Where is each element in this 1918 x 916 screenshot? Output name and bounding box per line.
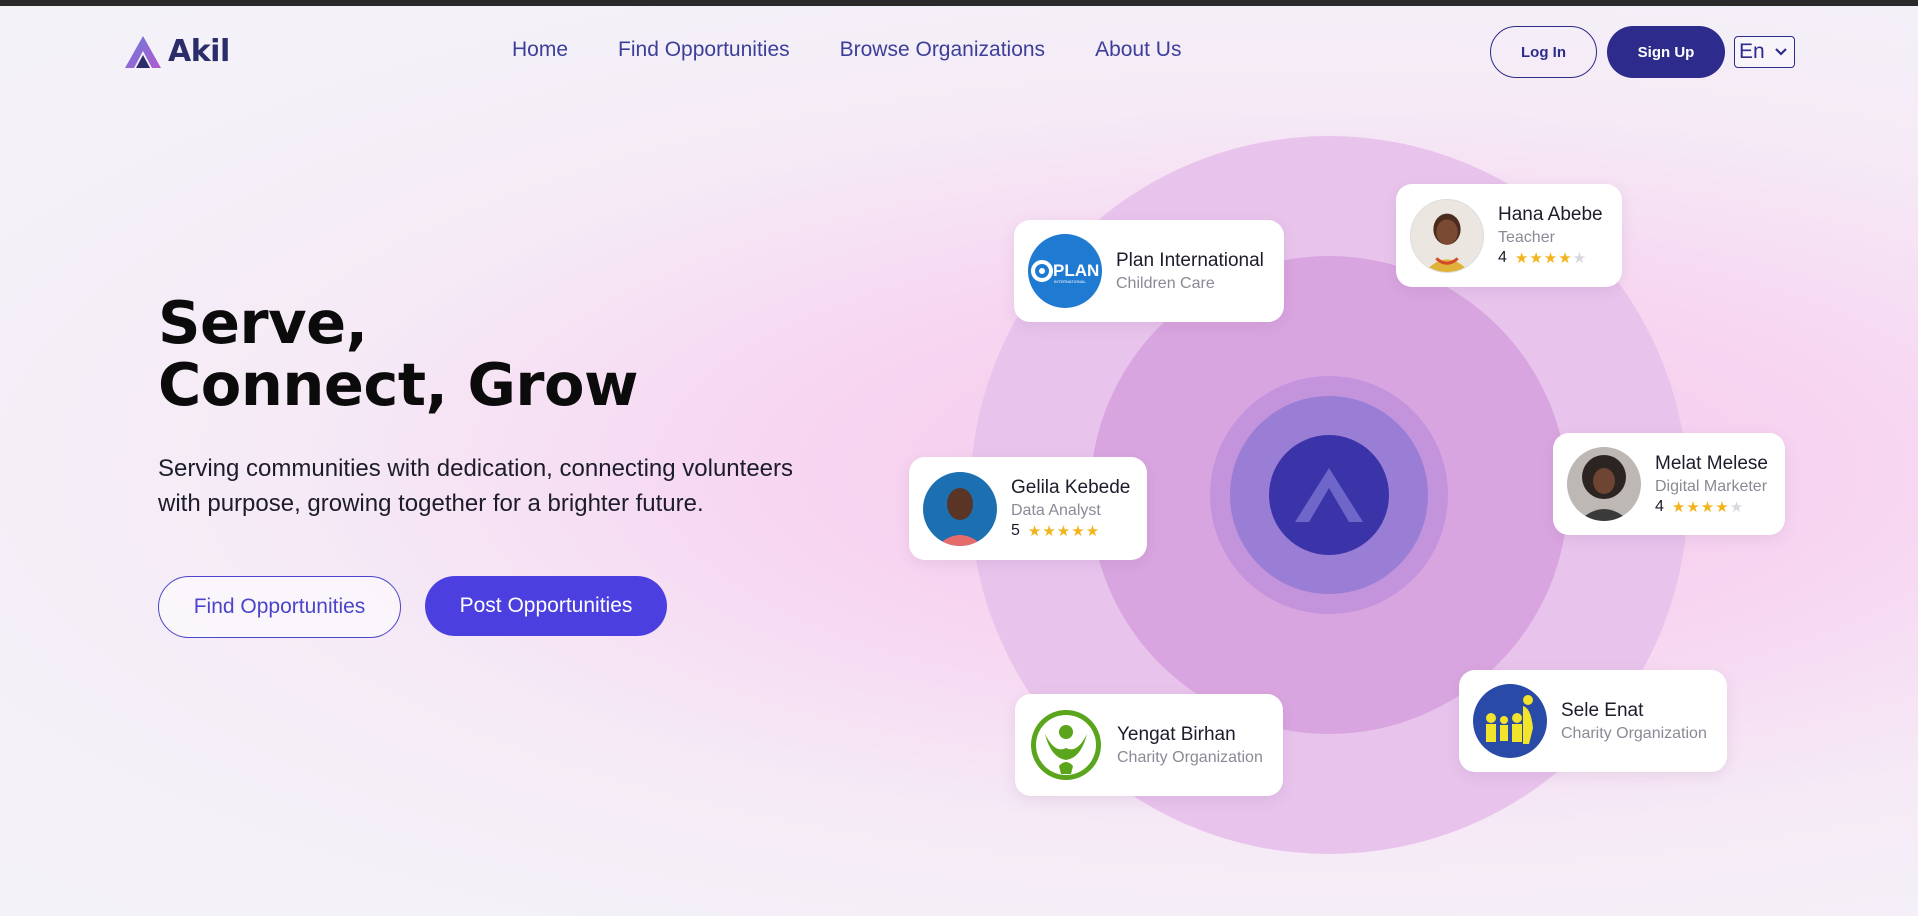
star-rating-icon: ★★★★★ xyxy=(1671,498,1745,516)
volunteer-card-hana-abebe[interactable]: Hana Abebe Teacher 4 ★★★★★ xyxy=(1396,184,1622,287)
brand-name: Akil xyxy=(168,34,230,69)
gelila-avatar xyxy=(923,471,997,546)
card-rating: 4 ★★★★★ xyxy=(1655,498,1768,516)
rating-value: 4 xyxy=(1655,497,1664,515)
org-card-plan-international[interactable]: PLAN INTERNATIONAL Plan International Ch… xyxy=(1014,220,1284,322)
volunteer-card-gelila-kebede[interactable]: Gelila Kebede Data Analyst 5 ★★★★★ xyxy=(909,457,1147,560)
card-subtitle: Charity Organization xyxy=(1117,748,1263,766)
melat-avatar xyxy=(1567,447,1641,521)
card-name: Hana Abebe xyxy=(1498,204,1603,225)
card-name: Melat Melese xyxy=(1655,452,1768,474)
nav-about-us[interactable]: About Us xyxy=(1095,38,1181,62)
sele-enat-logo xyxy=(1473,684,1547,758)
plan-logo-text: PLAN xyxy=(1053,261,1099,280)
language-select[interactable]: En xyxy=(1734,36,1795,68)
card-rating: 5 ★★★★★ xyxy=(1011,522,1130,540)
plan-international-logo: PLAN INTERNATIONAL xyxy=(1028,234,1102,308)
plan-logo-subtext: INTERNATIONAL xyxy=(1054,279,1086,284)
card-name: Yengat Birhan xyxy=(1117,723,1236,745)
hero-title-line1: Serve, xyxy=(158,288,368,357)
center-logo-badge xyxy=(1269,435,1389,555)
card-subtitle: Teacher xyxy=(1498,229,1555,246)
card-subtitle: Data Analyst xyxy=(1011,502,1101,519)
main-nav: Home Find Opportunities Browse Organizat… xyxy=(512,38,1181,62)
yengat-birhan-logo xyxy=(1029,708,1103,782)
card-name: Gelila Kebede xyxy=(1011,477,1131,498)
login-button[interactable]: Log In xyxy=(1490,26,1597,78)
card-subtitle: Children Care xyxy=(1116,274,1215,292)
signup-button[interactable]: Sign Up xyxy=(1607,26,1725,78)
brand-logo[interactable]: Akil xyxy=(124,34,230,69)
rating-value: 4 xyxy=(1498,249,1507,266)
card-subtitle: Digital Marketer xyxy=(1655,477,1768,495)
star-rating-icon: ★★★★★ xyxy=(1027,523,1101,540)
org-card-yengat-birhan[interactable]: Yengat Birhan Charity Organization xyxy=(1015,694,1283,796)
window-top-bar xyxy=(0,0,1918,6)
card-name: Sele Enat xyxy=(1561,699,1644,721)
rating-value: 5 xyxy=(1011,522,1020,539)
volunteer-card-melat-melese[interactable]: Melat Melese Digital Marketer 4 ★★★★★ xyxy=(1553,433,1785,535)
card-name: Plan International xyxy=(1116,249,1264,271)
akil-logo-icon xyxy=(125,35,161,68)
akil-logo-icon xyxy=(1295,468,1363,522)
card-subtitle: Charity Organization xyxy=(1561,724,1707,742)
hana-avatar xyxy=(1410,198,1484,273)
card-rating: 4 ★★★★★ xyxy=(1498,249,1603,267)
hero-subtitle: Serving communities with dedication, con… xyxy=(158,455,794,517)
hero-title-line2: Connect, Grow xyxy=(158,350,639,419)
hero-title: Serve, Connect, Grow xyxy=(158,288,639,419)
nav-find-opportunities[interactable]: Find Opportunities xyxy=(618,38,790,62)
chevron-down-icon xyxy=(1775,48,1787,56)
nav-browse-organizations[interactable]: Browse Organizations xyxy=(840,38,1045,62)
post-opportunities-button[interactable]: Post Opportunities xyxy=(425,576,667,636)
star-rating-icon: ★★★★★ xyxy=(1514,250,1588,267)
language-selected: En xyxy=(1739,40,1765,63)
nav-home[interactable]: Home xyxy=(512,38,568,62)
org-card-sele-enat[interactable]: Sele Enat Charity Organization xyxy=(1459,670,1727,772)
find-opportunities-button[interactable]: Find Opportunities xyxy=(158,576,401,638)
